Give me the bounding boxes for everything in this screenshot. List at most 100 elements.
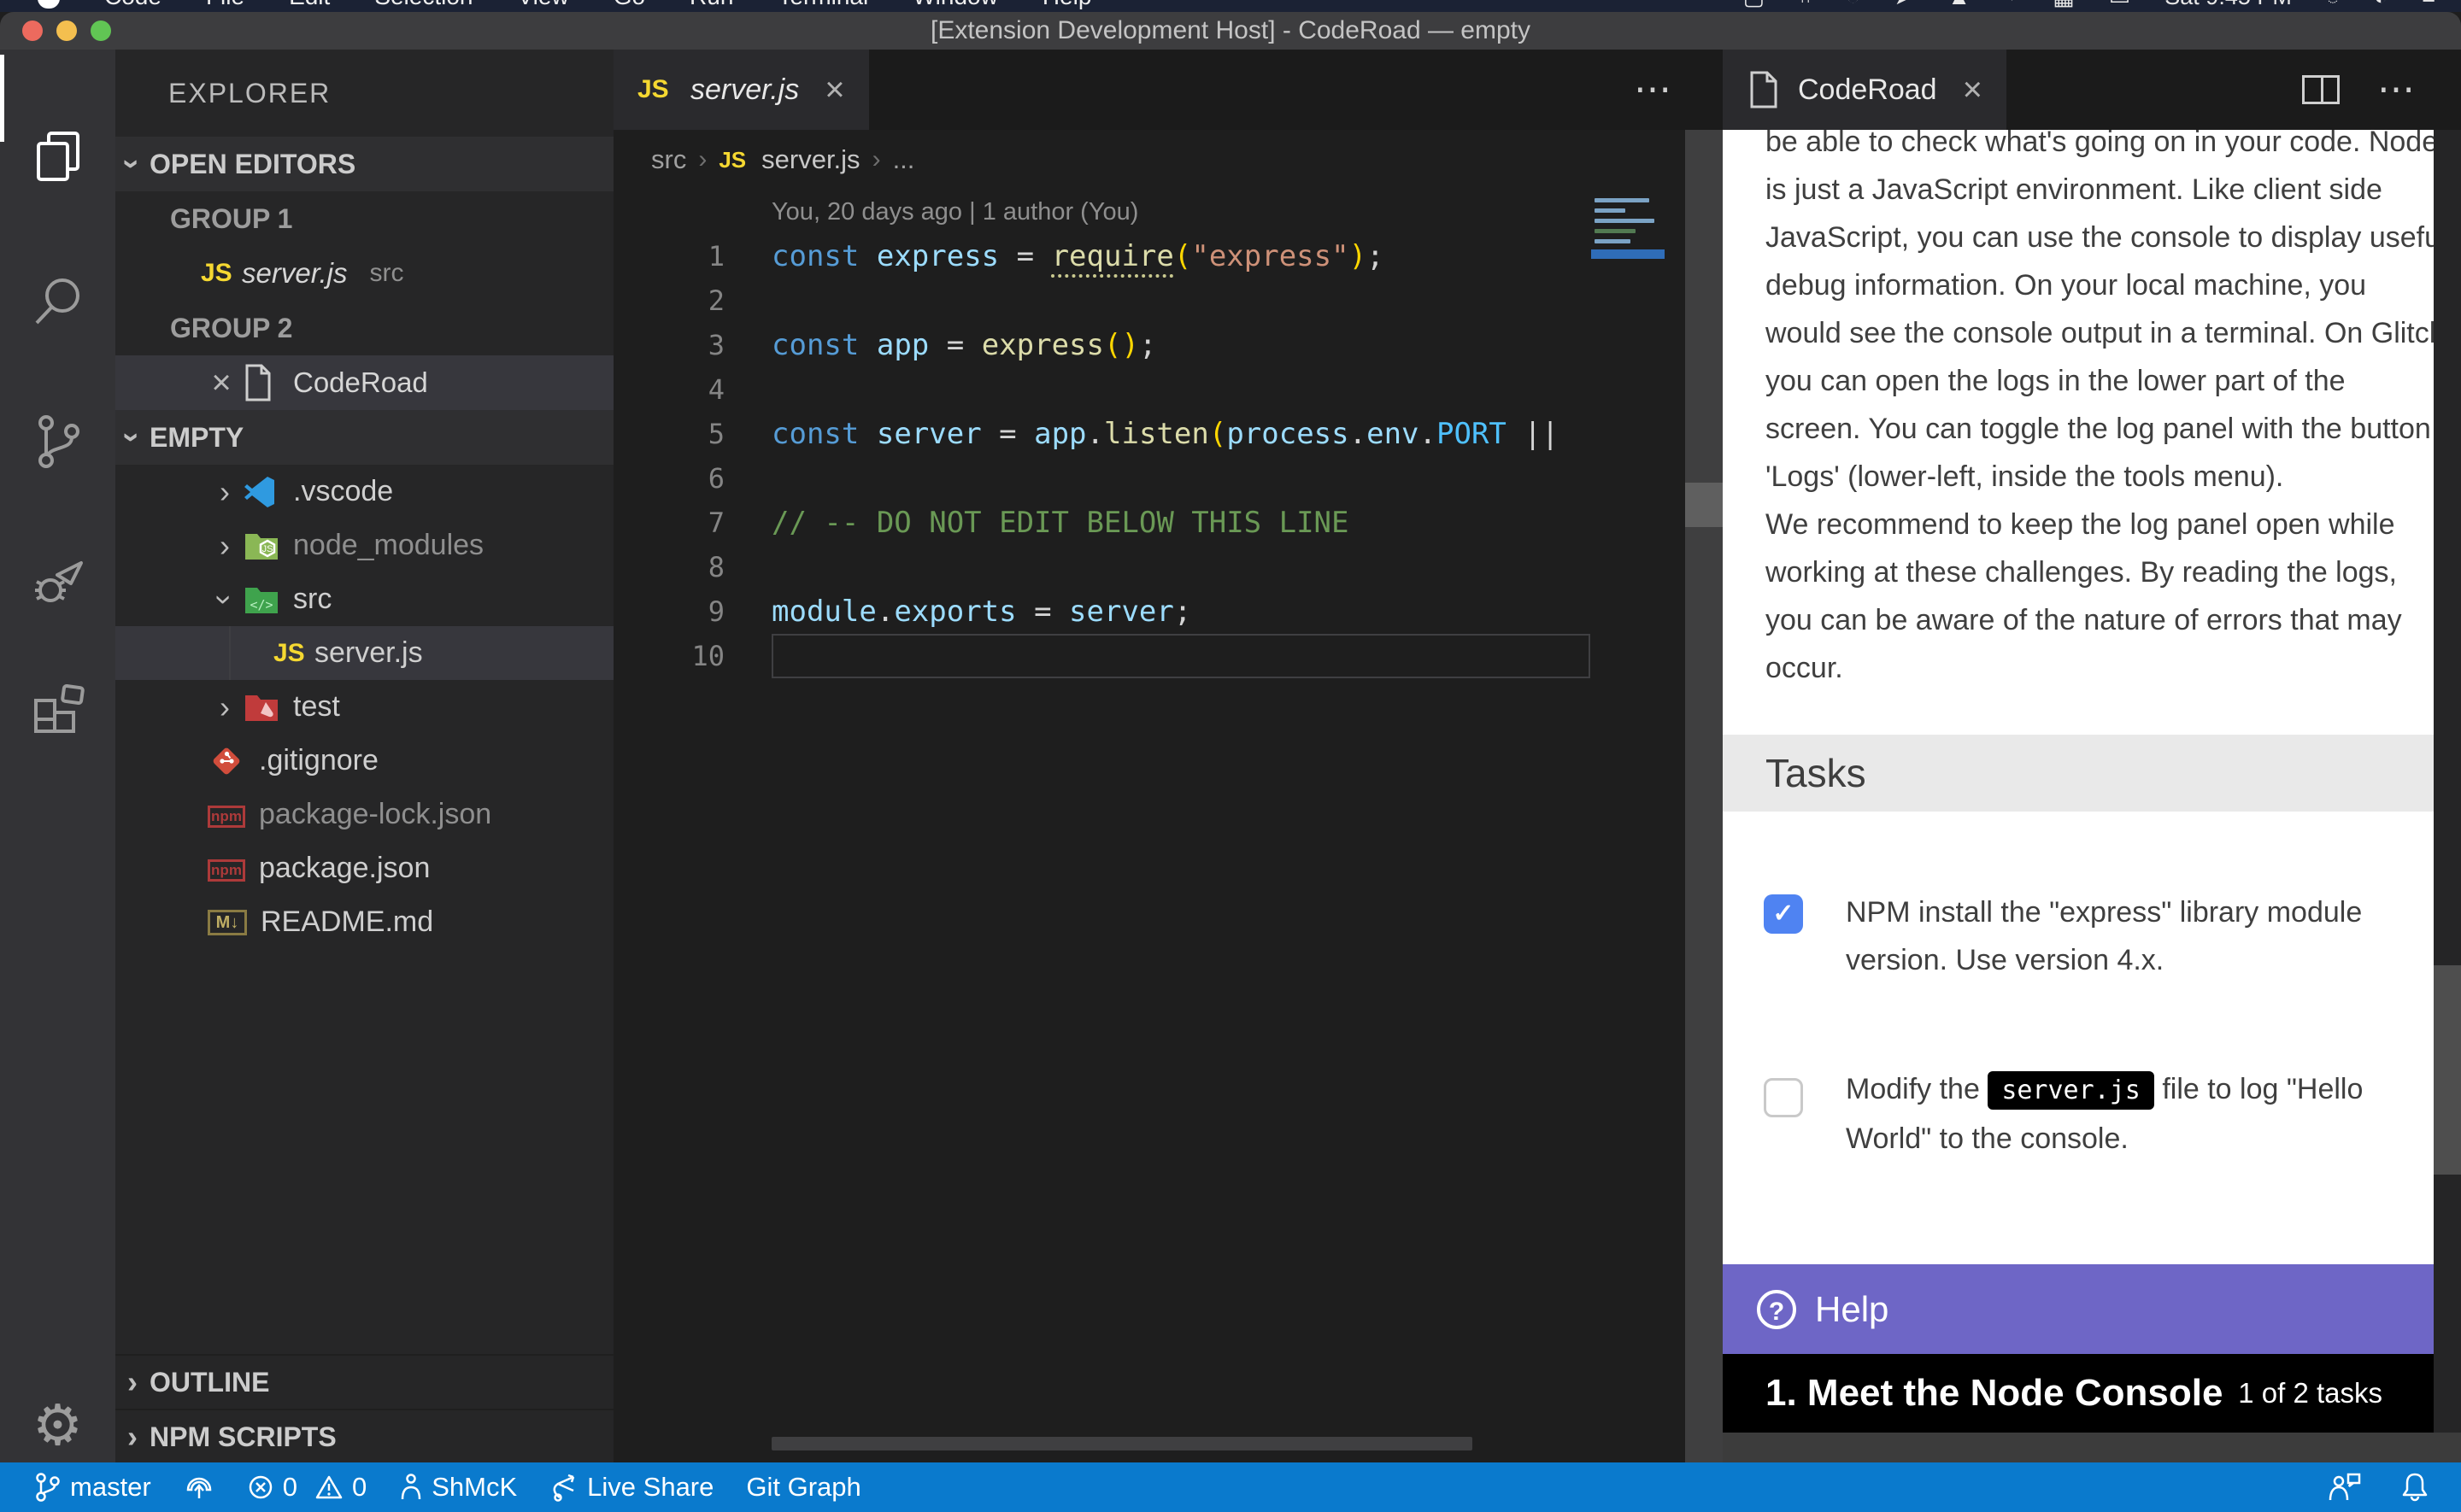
tab-server-js[interactable]: JS server.js × [614,50,869,130]
breadcrumb-item-src[interactable]: src [651,144,686,175]
close-editor-icon[interactable]: × [201,364,242,402]
coderoad-webview: be able to check what's going on in your… [1723,130,2461,1462]
line-number: 10 [614,634,725,678]
menubar-status-icon[interactable]: ◔ [1846,0,1859,12]
open-editor-item-server-js[interactable]: JSserver.jssrc [115,246,614,301]
chevron-right-icon[interactable]: › [208,474,242,510]
webview-scrollbar-thumb[interactable] [2434,965,2461,1175]
inline-code-chip: server.js [1988,1071,2154,1110]
editor-tab-bar: JS server.js × ⋯ [614,50,1723,130]
tree-item-label: node_modules [293,529,484,562]
activity-bar-source-control-icon[interactable] [0,396,115,489]
tab-coderoad[interactable]: CodeRoad × [1723,50,2006,130]
tree-item--gitignore[interactable]: .gitignore [115,734,614,788]
tab-close-icon[interactable]: × [1963,71,1982,109]
tree-item-server-js[interactable]: JSserver.js [115,626,614,680]
section-folder-empty[interactable]: ›EMPTY [115,410,614,465]
menubar-status-icon[interactable]: ⌗ [1799,0,1812,12]
settings-gear-icon[interactable]: ⚙ [0,1378,115,1472]
minimap[interactable] [1591,193,1665,347]
git-graph-button[interactable]: Git Graph [746,1472,860,1503]
code-line-1[interactable]: 1const express = require("express"); [614,234,1723,278]
activity-bar-search-icon[interactable] [0,255,115,349]
code-editor[interactable]: You, 20 days ago | 1 author (You) 1const… [614,190,1723,1462]
code-line-7[interactable]: 7// -- DO NOT EDIT BELOW THIS LINE [614,501,1723,545]
menu-item-help[interactable]: Help [1043,0,1092,12]
code-line-3[interactable]: 3const app = express(); [614,323,1723,367]
lesson-bar[interactable]: 1. Meet the Node Console 1 of 2 tasks [1723,1354,2434,1433]
activity-bar-extensions-icon[interactable] [0,660,115,754]
menubar-status-icon[interactable]: ≡ [2422,0,2435,12]
menu-item-selection[interactable]: Selection [374,0,473,12]
chevron-down-icon[interactable]: › [207,583,243,617]
tree-item-package-lock-json[interactable]: npmpackage-lock.json [115,788,614,841]
feedback-icon[interactable] [2328,1471,2362,1503]
menu-item-terminal[interactable]: Terminal [778,0,868,12]
editor-actions-more-icon[interactable]: ⋯ [1634,81,1675,98]
account-status[interactable]: ShMcK [399,1472,517,1503]
webview-scrollbar-track[interactable] [2434,130,2461,1433]
panel-actions-more-icon[interactable]: ⋯ [2377,81,2418,98]
open-editor-item-coderoad[interactable]: ×CodeRoad [115,355,614,410]
code-line-5[interactable]: 5const server = app.listen(process.env.P… [614,412,1723,456]
code-line-10[interactable]: 10 [614,634,1723,678]
breadcrumb-item-server-js[interactable]: server.js [761,144,860,175]
section-npm-scripts[interactable]: ›NPM SCRIPTS [115,1409,614,1462]
notifications-bell-icon[interactable] [2399,1471,2430,1503]
menu-items: Code File Edit Selection View Go Run Terminal Wi… [0,0,1091,12]
menubar-status-icon[interactable]: ▦ [2053,0,2075,12]
menubar-status-icon[interactable]: ▢ [1743,0,1765,12]
code-line-4[interactable]: 4 [614,367,1723,412]
error-count: 0 [283,1472,297,1503]
menu-item-go[interactable]: Go [614,0,645,12]
help-button[interactable]: ? Help [1723,1264,2434,1354]
tree-item-readme-md[interactable]: M↓README.md [115,895,614,949]
chevron-right-icon[interactable]: › [115,1364,150,1400]
menubar-status-icon[interactable]: ▭ [2109,0,2131,12]
split-editor-icon[interactable] [2302,75,2340,104]
codelens-authors[interactable]: You, 20 days ago | 1 author (You) [772,190,1138,234]
menubar-status-icon[interactable]: ◌ [2326,0,2340,12]
apple-menu-icon[interactable] [38,0,60,9]
menu-item-edit[interactable]: Edit [289,0,330,12]
tree-item-src[interactable]: ›</>src [115,572,614,626]
breadcrumb-item--[interactable]: ... [893,144,915,175]
section-outline[interactable]: ›OUTLINE [115,1354,614,1409]
section-label: NPM SCRIPTS [150,1421,337,1453]
chevron-down-icon[interactable]: › [115,147,150,181]
menu-item-run[interactable]: Run [690,0,733,12]
horizontal-scrollbar[interactable] [772,1437,1472,1450]
chevron-right-icon[interactable]: › [208,528,242,564]
editor-panel-sash[interactable] [1685,130,1723,1462]
tab-close-icon[interactable]: × [825,71,844,109]
menu-item-window[interactable]: Window [913,0,998,12]
tree-item--vscode[interactable]: ›.vscode [115,465,614,519]
code-line-6[interactable]: 6 [614,456,1723,501]
coderoad-panel-group: CodeRoad × ⋯ be able to check what's goi… [1723,50,2461,1462]
code-line-2[interactable]: 2 [614,278,1723,323]
live-share-button[interactable]: Live Share [549,1472,714,1503]
code-line-9[interactable]: 9module.exports = server; [614,589,1723,634]
sync-changes-button[interactable] [184,1473,214,1502]
chevron-down-icon[interactable]: › [115,420,150,454]
problems-status[interactable]: 0 0 [247,1472,367,1503]
activity-bar-explorer-icon[interactable] [0,109,115,203]
tree-item-test[interactable]: ›test [115,680,614,734]
menubar-status-icon[interactable]: ▲ [1947,0,1971,12]
menubar-status-icon[interactable]: ⌁ [2005,0,2018,12]
chevron-right-icon[interactable]: › [115,1419,150,1455]
sash-scrollbar-thumb[interactable] [1685,483,1723,527]
menu-item-view[interactable]: View [518,0,569,12]
menubar-status-icon[interactable]: ➤ [1894,0,1914,12]
section-open-editors[interactable]: ›OPEN EDITORS [115,137,614,191]
menu-item-file[interactable]: File [206,0,244,12]
menubar-status-icon[interactable]: ◐ [2374,0,2388,12]
git-branch-status[interactable]: master [34,1472,151,1503]
tree-item-package-json[interactable]: npmpackage.json [115,841,614,895]
tree-item-node_modules[interactable]: ›JSnode_modules [115,519,614,572]
token: ; [1174,595,1191,629]
chevron-right-icon[interactable]: › [208,689,242,725]
activity-bar-run-debug-icon[interactable] [0,532,115,626]
code-line-8[interactable]: 8 [614,545,1723,589]
menu-item-code[interactable]: Code [104,0,162,12]
